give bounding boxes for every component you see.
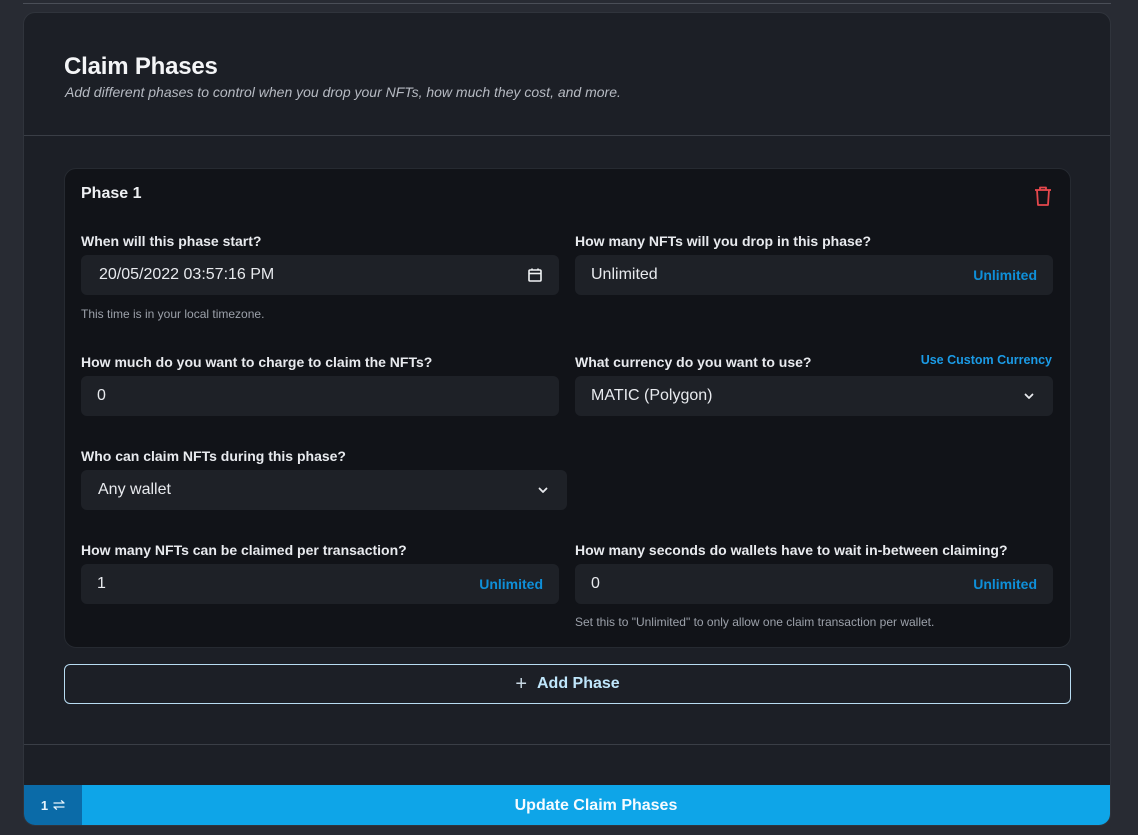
wait-seconds-label: How many seconds do wallets have to wait… (575, 542, 1008, 558)
wait-seconds-input[interactable]: 0 Unlimited (575, 564, 1053, 604)
chevron-down-icon (1021, 388, 1037, 404)
per-transaction-input[interactable]: 1 Unlimited (81, 564, 559, 604)
supply-value: Unlimited (591, 266, 658, 283)
use-custom-currency-link[interactable]: Use Custom Currency (921, 353, 1052, 367)
phase-title: Phase 1 (81, 185, 142, 202)
wait-seconds-helper: Set this to "Unlimited" to only allow on… (575, 615, 935, 629)
update-claim-phases-button[interactable]: Update Claim Phases (82, 785, 1110, 825)
pending-transactions-button[interactable]: 1 (24, 785, 82, 825)
start-date-value: 20/05/2022 03:57:16 PM (99, 266, 275, 283)
wait-seconds-value: 0 (591, 575, 600, 592)
start-date-input[interactable]: 20/05/2022 03:57:16 PM (81, 255, 559, 295)
currency-value: MATIC (Polygon) (591, 387, 713, 404)
who-can-claim-label: Who can claim NFTs during this phase? (81, 448, 346, 464)
swap-arrows-icon (53, 798, 65, 813)
chevron-down-icon (535, 482, 551, 498)
supply-label: How many NFTs will you drop in this phas… (575, 233, 872, 249)
currency-label: What currency do you want to use? (575, 354, 812, 370)
footer-bar: 1 Update Claim Phases (24, 785, 1110, 825)
price-value: 0 (97, 387, 106, 404)
who-can-claim-value: Any wallet (98, 481, 171, 498)
start-date-helper: This time is in your local timezone. (81, 307, 265, 321)
trash-icon[interactable] (1033, 185, 1053, 207)
top-divider (23, 3, 1111, 4)
per-transaction-value: 1 (97, 575, 106, 592)
per-transaction-unlimited-button[interactable]: Unlimited (479, 576, 543, 592)
wait-seconds-unlimited-button[interactable]: Unlimited (973, 576, 1037, 592)
start-date-label: When will this phase start? (81, 233, 262, 249)
currency-select[interactable]: MATIC (Polygon) (575, 376, 1053, 416)
price-input[interactable]: 0 (81, 376, 559, 416)
per-transaction-label: How many NFTs can be claimed per transac… (81, 542, 407, 558)
page-title: Claim Phases (64, 53, 218, 80)
price-label: How much do you want to charge to claim … (81, 354, 433, 370)
phase-card: Phase 1 When will this phase start? 20/0… (64, 168, 1071, 648)
add-phase-label: Add Phase (537, 675, 620, 692)
footer-divider (24, 744, 1110, 745)
claim-phases-card: Claim Phases Add different phases to con… (23, 12, 1111, 826)
calendar-icon[interactable] (527, 267, 543, 283)
supply-unlimited-button[interactable]: Unlimited (973, 267, 1037, 283)
supply-input[interactable]: Unlimited Unlimited (575, 255, 1053, 295)
who-can-claim-select[interactable]: Any wallet (81, 470, 567, 510)
card-header: Claim Phases Add different phases to con… (24, 13, 1110, 136)
transaction-count: 1 (40, 798, 49, 813)
add-phase-button[interactable]: + Add Phase (64, 664, 1071, 704)
plus-icon: + (515, 673, 527, 695)
page-subtitle: Add different phases to control when you… (65, 84, 621, 100)
